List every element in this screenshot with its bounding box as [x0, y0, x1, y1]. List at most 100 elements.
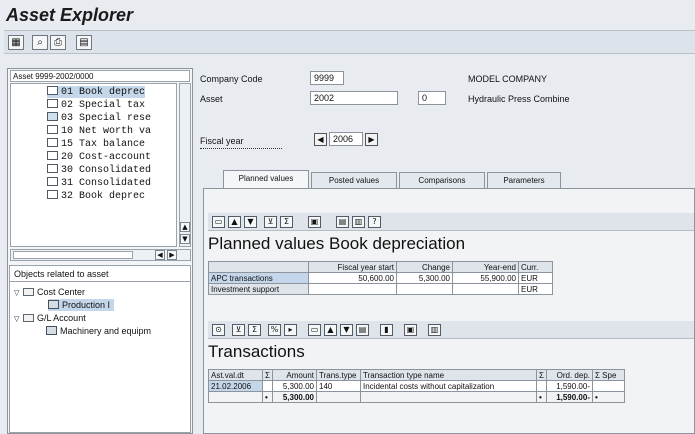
column-header[interactable]: Σ — [536, 369, 547, 381]
asset-value-date[interactable]: 21.02.2006 — [208, 380, 263, 392]
column-header[interactable]: Trans.type — [316, 369, 361, 381]
column-header[interactable]: Σ Spe — [592, 369, 625, 381]
previous-year-icon[interactable]: ◀ — [314, 133, 327, 146]
tree-item[interactable]: 02 Special tax — [47, 99, 145, 111]
empty-cell — [316, 391, 361, 403]
table-row[interactable]: Investment support EUR — [208, 283, 553, 295]
sort-ascending-icon[interactable]: ▲ — [228, 216, 241, 228]
empty-cell — [208, 391, 263, 403]
layout-icon[interactable]: ▥ — [352, 216, 365, 228]
graphic-icon[interactable]: ▮ — [380, 324, 393, 336]
column-header[interactable]: Σ — [262, 369, 273, 381]
sum-icon[interactable]: Σ — [248, 324, 261, 336]
column-header[interactable]: Fiscal year start — [308, 261, 397, 273]
print-preview-icon[interactable]: ▣ — [404, 324, 417, 336]
sub-number-field[interactable]: 0 — [418, 91, 446, 105]
depreciation-area-icon — [47, 177, 58, 186]
gl-account-node[interactable]: ▽ G/L Account — [14, 312, 86, 324]
layout-icon[interactable]: ▥ — [428, 324, 441, 336]
export-icon[interactable]: ▤ — [356, 324, 369, 336]
details-icon[interactable]: ▭ — [212, 216, 225, 228]
tree-item[interactable]: 31 Consolidated — [47, 177, 151, 189]
tab-posted-values[interactable]: Posted values — [311, 172, 397, 188]
tree-item[interactable]: 20 Cost-account — [47, 151, 151, 163]
fiscal-year-label: Fiscal year — [200, 136, 244, 146]
production-node[interactable]: Production I — [48, 299, 115, 311]
expand-icon[interactable]: ▽ — [14, 313, 23, 325]
tab-parameters[interactable]: Parameters — [487, 172, 561, 188]
print-icon[interactable]: ⎙ — [50, 35, 66, 50]
folder-icon — [23, 314, 34, 322]
zoom-icon[interactable]: ⊙ — [212, 324, 225, 336]
column-header[interactable]: Ord. dep. — [546, 369, 593, 381]
column-header[interactable]: Change — [396, 261, 453, 273]
filter-icon[interactable]: ⊻ — [232, 324, 245, 336]
tab-planned-values[interactable]: Planned values — [223, 170, 309, 189]
display-icon[interactable]: ▦ — [8, 35, 24, 50]
asset-label: Asset — [200, 94, 223, 104]
tree-item[interactable]: 03 Special rese — [47, 112, 151, 124]
transactions-table: Ast.val.dt Σ Amount Trans.type Transacti… — [208, 369, 625, 403]
sort-ascending-icon[interactable]: ▲ — [324, 324, 337, 336]
details-icon[interactable]: ▭ — [308, 324, 321, 336]
cost-center-node[interactable]: ▽ Cost Center — [14, 286, 85, 298]
tree-item[interactable]: 10 Net worth va — [47, 125, 151, 137]
tree-item[interactable]: 15 Tax balance — [47, 138, 145, 150]
transaction-type: 140 — [316, 380, 361, 392]
help-icon[interactable]: ? — [368, 216, 381, 228]
navigation-pane: Asset 9999-2002/0000 01 Book deprec 02 S… — [7, 68, 193, 434]
asset-tree-header[interactable]: Asset 9999-2002/0000 — [10, 70, 190, 82]
fiscal-year-field[interactable]: 2006 — [329, 132, 363, 146]
table-row[interactable]: APC transactions 50,600.00 5,300.00 55,9… — [208, 272, 553, 284]
depreciation-area-icon — [47, 86, 58, 95]
column-header[interactable]: Transaction type name — [360, 369, 537, 381]
column-header[interactable]: Ast.val.dt — [208, 369, 263, 381]
sort-descending-icon[interactable]: ▼ — [340, 324, 353, 336]
tree-item[interactable]: 01 Book deprec — [47, 86, 146, 98]
scroll-up-icon[interactable]: ▲ — [180, 222, 190, 232]
filter-icon[interactable]: ⊻ — [264, 216, 277, 228]
table-row[interactable]: 21.02.2006 5,300.00 140 Incidental costs… — [208, 380, 625, 392]
scroll-left-icon[interactable]: ◀ — [155, 250, 165, 260]
tree-vertical-scrollbar[interactable]: ▲ ▼ — [179, 83, 191, 247]
scroll-right-icon[interactable]: ▶ — [167, 250, 177, 260]
binoculars-icon[interactable]: ⌕ — [32, 35, 48, 50]
scroll-thumb[interactable] — [13, 251, 133, 259]
machinery-node[interactable]: Machinery and equipm — [46, 325, 151, 337]
print-preview-icon[interactable]: ▣ — [308, 216, 321, 228]
column-header[interactable]: Amount — [272, 369, 317, 381]
column-header[interactable]: Curr. — [518, 261, 553, 273]
export-icon[interactable]: ▤ — [336, 216, 349, 228]
tree-item[interactable]: 32 Book deprec — [47, 190, 145, 202]
sort-descending-icon[interactable]: ▼ — [244, 216, 257, 228]
subtotal-icon[interactable]: % — [268, 324, 281, 336]
planned-values-table: Fiscal year start Change Year-end Curr. … — [208, 261, 553, 295]
expand-icon[interactable]: ▸ — [284, 324, 297, 336]
change-value — [396, 283, 453, 295]
depreciation-area-tree: 01 Book deprec 02 Special tax 03 Special… — [10, 83, 177, 247]
company-code-label: Company Code — [200, 74, 263, 84]
empty-cell — [536, 380, 547, 392]
company-code-field[interactable]: 9999 — [310, 71, 344, 85]
year-end-value: 55,900.00 — [452, 272, 519, 284]
sum-icon[interactable]: Σ — [280, 216, 293, 228]
tab-comparisons[interactable]: Comparisons — [399, 172, 485, 188]
asset-number-field[interactable]: 2002 — [310, 91, 398, 105]
empty-cell — [360, 391, 537, 403]
expand-icon[interactable]: ▽ — [14, 287, 23, 299]
layout-icon[interactable]: ▤ — [76, 35, 92, 50]
asset-detail-panel: Company Code 9999 MODEL COMPANY Asset 20… — [196, 60, 695, 434]
empty-cell — [592, 380, 625, 392]
tree-horizontal-scrollbar[interactable]: ◀ ▶ — [10, 249, 191, 261]
total-marker: • — [592, 391, 625, 403]
column-header[interactable]: Year-end — [452, 261, 519, 273]
amount-value: 5,300.00 — [272, 380, 317, 392]
next-year-icon[interactable]: ▶ — [365, 133, 378, 146]
tree-item[interactable]: 30 Consolidated — [47, 164, 151, 176]
linked-area-icon — [47, 112, 58, 121]
total-row: • 5,300.00 • 1,590.00- • — [208, 391, 625, 403]
tab-content: ▭ ▲ ▼ ⊻ Σ ▣ ▤ ▥ ? Planned values Book de… — [203, 188, 695, 434]
depreciation-area-icon — [47, 125, 58, 134]
scroll-down-icon[interactable]: ▼ — [180, 234, 190, 244]
company-name: MODEL COMPANY — [468, 74, 548, 84]
